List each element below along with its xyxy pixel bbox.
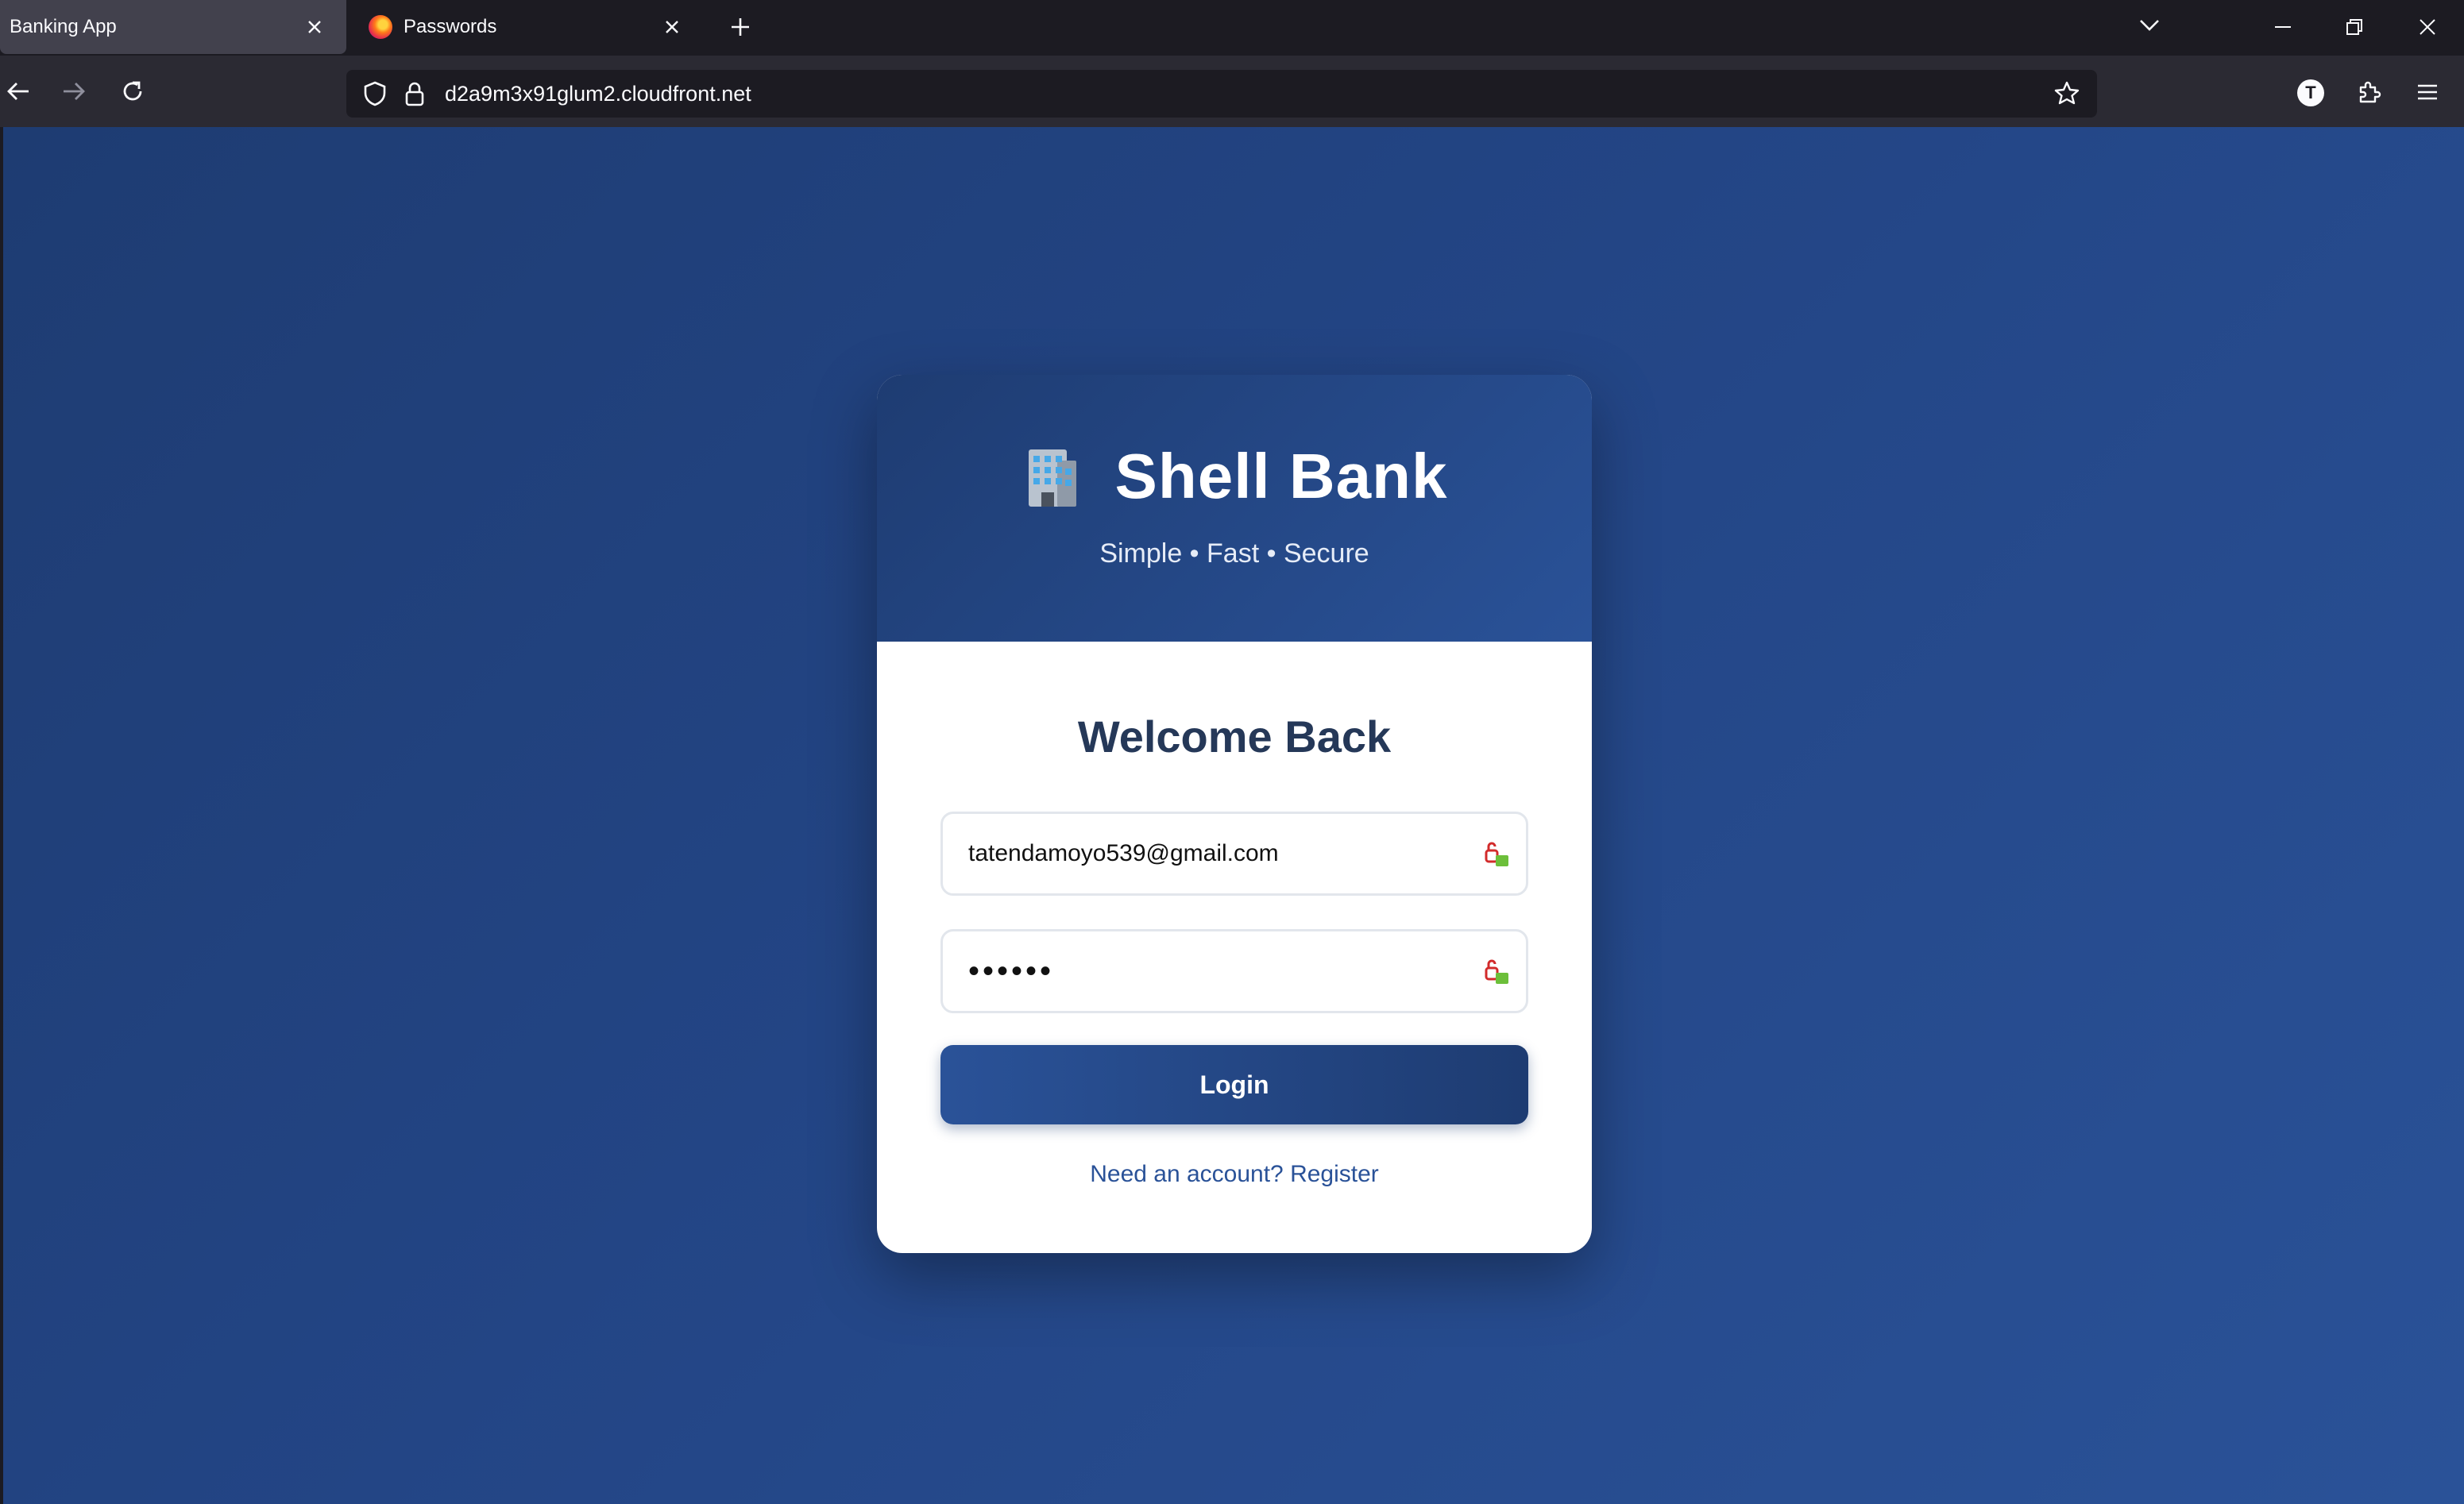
forward-button[interactable] (56, 73, 92, 110)
password-input[interactable] (943, 931, 1526, 1011)
email-field-wrapper (940, 812, 1528, 896)
tagline: Simple • Fast • Secure (1099, 538, 1369, 569)
login-button[interactable]: Login (940, 1045, 1528, 1124)
login-card: Shell Bank Simple • Fast • Secure Welcom… (877, 375, 1592, 1253)
star-icon[interactable] (2053, 79, 2081, 108)
brand: Shell Bank (877, 375, 1592, 508)
navigation-toolbar: d2a9m3x91glum2.cloudfront.net T (0, 56, 2464, 127)
register-link[interactable]: Need an account? Register (1090, 1161, 1379, 1188)
puzzle-icon (2359, 81, 2381, 103)
arrow-right-icon (64, 83, 85, 100)
tab-banking-app[interactable]: Banking App (0, 0, 346, 54)
card-header: Shell Bank Simple • Fast • Secure (877, 375, 1592, 642)
restore-button[interactable] (2335, 8, 2373, 46)
reload-icon (123, 81, 142, 101)
building-icon (1029, 449, 1077, 507)
tab-title: Passwords (404, 16, 497, 37)
password-manager-icon[interactable] (1481, 957, 1513, 989)
tab-passwords[interactable]: Passwords (354, 0, 704, 54)
lock-icon[interactable] (400, 79, 429, 108)
minimize-icon (2275, 26, 2291, 28)
minimize-button[interactable] (2264, 8, 2302, 46)
welcome-heading: Welcome Back (1077, 712, 1392, 762)
url-text: d2a9m3x91glum2.cloudfront.net (445, 82, 751, 106)
window-close-button[interactable] (2408, 8, 2447, 46)
email-input[interactable] (943, 814, 1526, 893)
password-manager-icon[interactable] (1481, 839, 1513, 871)
password-field-wrapper (940, 929, 1528, 1013)
app-menu-button[interactable] (2412, 76, 2443, 108)
hamburger-icon (2418, 84, 2437, 100)
back-button[interactable] (0, 73, 37, 110)
arrow-left-icon (7, 83, 29, 100)
restore-icon (2346, 19, 2362, 35)
close-icon (2420, 19, 2435, 35)
shield-icon[interactable] (361, 79, 389, 108)
firefox-icon (369, 15, 392, 39)
tab-title: Banking App (10, 16, 117, 37)
login-form: Welcome Back Login Need an account? (877, 642, 1592, 1188)
list-all-tabs-button[interactable] (2134, 10, 2165, 41)
plus-icon (732, 18, 749, 36)
reload-button[interactable] (114, 73, 151, 110)
brand-title: Shell Bank (1114, 441, 1448, 511)
close-icon[interactable] (656, 11, 688, 43)
close-icon[interactable] (299, 11, 330, 43)
address-bar[interactable]: d2a9m3x91glum2.cloudfront.net (346, 70, 2097, 118)
page-viewport: Shell Bank Simple • Fast • Secure Welcom… (3, 127, 2464, 1504)
extensions-button[interactable] (2353, 76, 2385, 108)
account-avatar[interactable]: T (2297, 79, 2324, 106)
tab-strip: Banking App Passwords (0, 0, 2464, 56)
new-tab-button[interactable] (724, 11, 756, 43)
chevron-down-icon (2140, 20, 2159, 31)
